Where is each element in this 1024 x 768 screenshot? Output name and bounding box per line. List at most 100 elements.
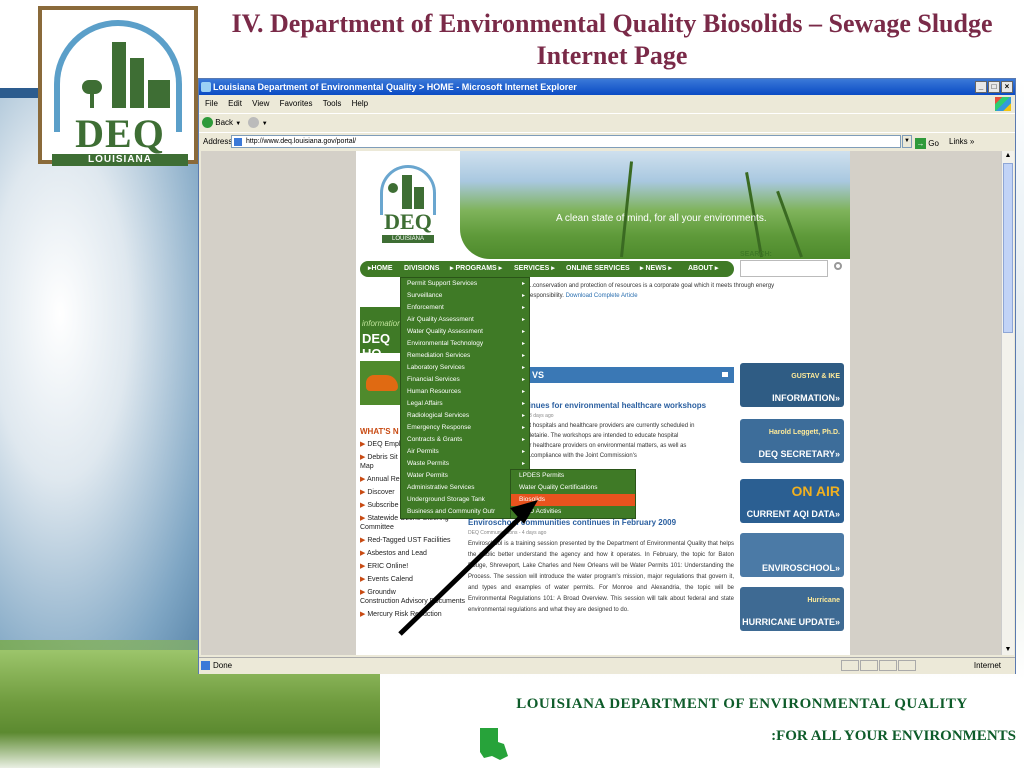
menu-favorites[interactable]: Favorites [280,99,313,108]
maximize-icon[interactable]: □ [988,81,1000,93]
menu-view[interactable]: View [252,99,269,108]
scroll-thumb[interactable] [1003,163,1013,333]
forward-dropdown-icon[interactable]: ▼ [262,121,268,127]
news-heading: VS [532,370,545,380]
division-item[interactable]: Permit Support Services ▸ [401,278,529,290]
site-nav: ▸HOME DIVISIONS ▸ PROGRAMS ▸ SERVICES ▸ … [360,261,734,277]
footer-tagline: :FOR ALL YOUR ENVIRONMENTS [771,728,1016,744]
submenu-item-biosolids[interactable]: Biosolids [511,494,635,506]
division-item[interactable]: Legal Affairs ▸ [401,398,529,410]
submenu-item[interactable]: LPDES Permits [511,470,635,482]
division-item[interactable]: Radiological Services ▸ [401,410,529,422]
collapse-icon[interactable] [722,372,728,377]
status-cells [841,660,916,671]
news2-date: DEQ Communications - 4 days ago [468,530,547,536]
forward-arrow-icon[interactable] [248,117,260,129]
gustav-ike-banner[interactable]: GUSTAV & IKE INFORMATION» [740,363,844,407]
water-permits-submenu: LPDES Permits Water Quality Certificatio… [510,469,636,519]
banner-sub: Harold Leggett, Ph.D. [768,429,840,436]
division-item[interactable]: Enforcement ▸ [401,302,529,314]
menu-help[interactable]: Help [352,99,368,108]
division-item[interactable]: Remediation Services ▸ [401,350,529,362]
search-icon[interactable] [834,262,842,270]
hurricane-update-banner[interactable]: Hurricane HURRICANE UPDATE» [740,587,844,631]
menu-tools[interactable]: Tools [323,99,342,108]
back-dropdown-icon[interactable]: ▼ [235,121,241,127]
nav-divisions[interactable]: DIVISIONS [404,261,439,277]
division-item[interactable]: Surveillance ▸ [401,290,529,302]
header-grass-photo [460,151,850,259]
logo-building-mid [130,58,144,108]
site-logo[interactable]: DEQ LOUISIANA [376,161,440,247]
download-article-link[interactable]: Download Complete Article [566,293,638,299]
division-item[interactable]: Financial Services ▸ [401,374,529,386]
division-item[interactable]: Human Resources ▸ [401,386,529,398]
links-label: Links [949,137,968,146]
whats-new-item[interactable]: ▶ ERIC Online! [360,562,466,571]
toolbar: Back ▼ ▼ [199,113,1015,132]
news-item: Enviroschool communities continues in Fe… [468,517,734,616]
car-icon [366,375,398,391]
scroll-down-icon[interactable]: ▼ [1003,645,1013,655]
menu-file[interactable]: File [205,99,218,108]
submenu-item[interactable]: WPD Activities [511,506,635,518]
vertical-scrollbar[interactable]: ▲ ▼ [1001,151,1014,655]
logo-building-tall [112,42,126,108]
logo-house [148,80,170,108]
article-snippet: ...conservation and protection of resour… [528,281,846,301]
links-button[interactable]: Links » [949,133,974,151]
address-url: http://www.deq.louisiana.gov/portal/ [246,138,357,145]
ie-page-icon [201,661,210,670]
nav-services[interactable]: SERVICES ▸ [514,261,555,277]
banner-main: CURRENT AQI DATA» [746,509,840,519]
minimize-icon[interactable]: _ [975,81,987,93]
division-item[interactable]: Laboratory Services ▸ [401,362,529,374]
aqi-data-banner[interactable]: ON AIR CURRENT AQI DATA» [740,479,844,523]
site-tagline: A clean state of mind, for all your envi… [556,213,767,224]
banner-sub: GUSTAV & IKE [791,373,840,380]
enviroschool-banner[interactable]: ENVIROSCHOOL» [740,533,844,577]
banner-main: DEQ SECRETARY» [758,449,840,459]
division-item[interactable]: Air Quality Assessment ▸ [401,314,529,326]
status-cell [841,660,859,671]
footer-title: LOUISIANA DEPARTMENT OF ENVIRONMENTAL QU… [516,696,968,712]
whats-new-item[interactable]: ▶ Red-Tagged UST Facilities [360,536,466,545]
window-titlebar[interactable]: Louisiana Department of Environmental Qu… [199,79,1015,95]
slide-title: IV. Department of Environmental Quality … [231,9,993,70]
search-input[interactable] [740,260,828,277]
status-bar: Done Internet [199,657,1015,674]
division-item[interactable]: Emergency Response ▸ [401,422,529,434]
nav-about[interactable]: ABOUT ▸ [688,261,718,277]
logo-text: DEQ [75,111,165,156]
submenu-item[interactable]: Water Quality Certifications [511,482,635,494]
status-text: Done [213,661,233,670]
status-cell [860,660,878,671]
banner-main: ENVIROSCHOOL» [761,563,840,573]
nav-home[interactable]: ▸HOME [368,261,393,277]
nav-programs[interactable]: ▸ PROGRAMS ▸ [450,261,502,277]
nav-news[interactable]: ▸ NEWS ▸ [640,261,672,277]
grass-blade [620,161,634,258]
map-shape [480,728,508,760]
address-input[interactable]: http://www.deq.louisiana.gov/portal/ [231,135,901,148]
division-item[interactable]: Water Quality Assessment ▸ [401,326,529,338]
whats-new-item[interactable]: ▶ Mercury Risk Reduction [360,610,466,619]
close-icon[interactable]: × [1001,81,1013,93]
whats-new-item[interactable]: ▶ Groundw Construction Advisory Documents [360,588,466,606]
status-cell [898,660,916,671]
scroll-up-icon[interactable]: ▲ [1003,151,1013,161]
whats-new-item[interactable]: ▶ Asbestos and Lead [360,549,466,558]
go-arrow-icon: → [915,138,926,150]
deq-secretary-banner[interactable]: Harold Leggett, Ph.D. DEQ SECRETARY» [740,419,844,463]
division-item[interactable]: Environmental Technology ▸ [401,338,529,350]
address-dropdown-icon[interactable]: ▼ [902,135,912,148]
division-item[interactable]: Air Permits ▸ [401,446,529,458]
back-button[interactable]: Back [215,118,233,127]
back-arrow-icon[interactable] [202,117,213,129]
whats-new-item[interactable]: ▶ Events Calend [360,575,466,584]
nav-online-services[interactable]: ONLINE SERVICES [566,261,630,277]
sky-image [0,90,200,650]
window-buttons: _ □ × [975,81,1013,93]
menu-edit[interactable]: Edit [228,99,242,108]
division-item[interactable]: Contracts & Grants ▸ [401,434,529,446]
